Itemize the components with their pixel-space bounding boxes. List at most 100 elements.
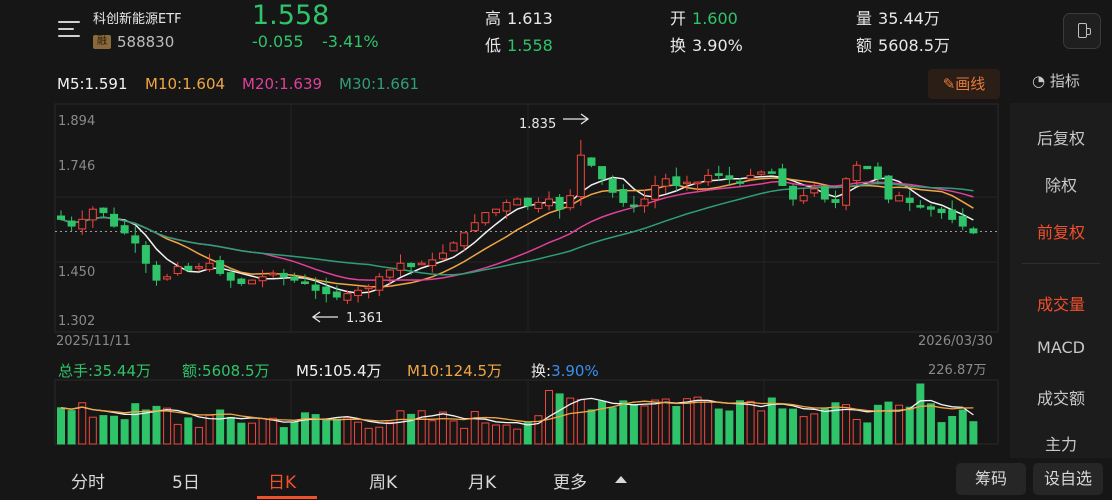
side-item-back-adjusted[interactable]: 后复权 [1010,125,1112,149]
side-item-macd[interactable]: MACD [1010,338,1112,357]
candle-body [810,188,819,194]
vol-m10-legend: M10:124.5万 [407,362,503,380]
candle-body [163,276,172,280]
candle-body [704,174,713,183]
volume-bar [417,410,426,445]
y-tick-label: 1.302 [58,314,95,329]
side-item-main-force[interactable]: 主力 [1010,431,1112,455]
indicator-button[interactable]: ◔ 指标 [1032,70,1080,91]
volume-bar [470,411,479,445]
candle-body [937,208,946,214]
volume-bar [842,404,851,445]
tab-more[interactable]: 更多 [553,468,587,493]
candle-body [714,173,723,176]
candle-body [789,185,798,200]
candle-body [735,181,744,184]
phone-icon [1078,23,1087,38]
candle-body [820,186,829,200]
candle-body [534,201,543,209]
volume-bar [534,415,543,445]
arrow-right-icon [563,113,590,125]
volume-bar [619,400,628,445]
landscape-toggle-button[interactable] [1063,13,1101,49]
candle-body [99,207,108,214]
volume-bar [438,411,447,445]
candle-body [354,289,363,297]
volume-bar [778,408,787,445]
candle-body [672,176,681,187]
candle-body [385,269,394,278]
candle-body [969,228,978,234]
candle-body [332,291,341,298]
gauge-icon: ◔ [1032,72,1046,90]
candle-body [682,181,691,185]
chevron-up-icon[interactable] [615,476,627,483]
volume-bar [926,403,935,445]
tab-weekly-k[interactable]: 周K [369,468,397,493]
volume-bar [587,409,596,445]
volume-bar [693,396,702,445]
chips-button[interactable]: 筹码 [956,463,1026,495]
candle-body [651,185,660,200]
side-item-ex-rights[interactable]: 除权 [1010,172,1112,196]
total-volume-legend: 总手:35.44万 [58,362,151,380]
candle-body [301,281,310,285]
side-item-volume[interactable]: 成交量 [1010,291,1112,315]
y-tick-label: 1.450 [58,265,95,280]
tab-monthly-k[interactable]: 月K [468,468,496,493]
candle-body [863,165,872,170]
candle-body [258,276,267,282]
side-item-forward-adjusted[interactable]: 前复权 [1010,219,1112,243]
candle-body [693,181,702,185]
volume-bar [491,424,500,445]
candle-body [57,215,65,220]
candle-body [141,245,150,264]
volume-bar [576,399,585,445]
volume-bar [820,408,829,445]
candle-body [226,272,235,281]
candle-body [746,174,755,180]
volume-bar [523,422,532,445]
vol-m5-legend: M5:105.4万 [296,362,382,380]
volume-bar [555,393,564,445]
volume-bar [110,415,119,445]
candle-body [661,178,670,187]
kline-chart[interactable]: 1.894 1.746 1.450 1.302 2025/11/11 2026/… [0,0,1010,458]
volume-bar [141,409,150,445]
volume-bar [746,400,755,445]
candle-body [88,208,97,221]
min-price-label: 1.361 [346,311,383,326]
candle-body [587,157,596,166]
tab-daily-k[interactable]: 日K [268,468,296,493]
amount-legend: 额:5608.5万 [182,362,270,380]
candle-body [884,175,893,200]
volume-bar [279,427,288,445]
end-date-label: 2026/03/30 [918,334,993,349]
volume-bar [237,422,246,445]
volume-bar [301,412,310,445]
candle-body [831,199,840,203]
tab-5day[interactable]: 5日 [172,468,200,493]
volume-bar [651,399,660,445]
volume-bar [194,426,203,445]
add-watchlist-button[interactable]: 设自选 [1033,463,1103,495]
volume-bar [57,407,65,445]
volume-bar [322,418,331,445]
candle-body [194,266,203,269]
candle-body [608,178,617,193]
side-item-amount[interactable]: 成交额 [1010,385,1112,409]
candle-body [375,276,384,291]
candle-body [364,286,373,290]
candle-body [895,195,904,202]
active-tab-indicator [257,496,317,499]
tab-intraday[interactable]: 分时 [71,468,105,493]
candle-body [460,232,469,247]
candle-body [110,213,119,227]
chart-labels: 1.894 1.746 1.450 1.302 2025/11/11 2026/… [56,114,993,378]
arrow-left-icon [311,311,338,323]
candle-body [396,262,405,271]
candle-body [438,252,447,260]
volume-bar [704,400,713,445]
volume-bar [905,406,914,445]
volume-bar [343,416,352,445]
